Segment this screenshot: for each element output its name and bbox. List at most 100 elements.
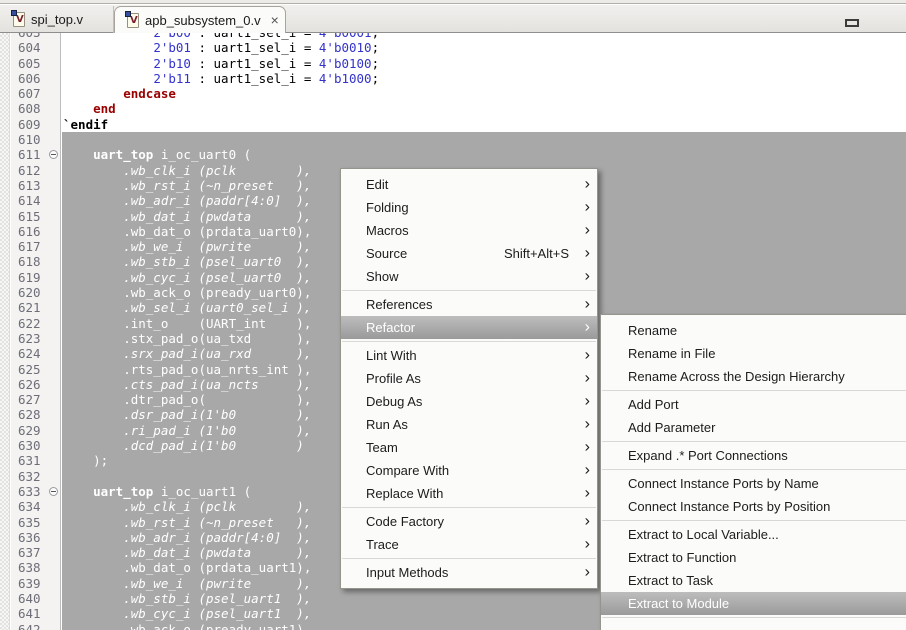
menu-item-label: References	[366, 297, 432, 312]
submenu-item-rename-in-file[interactable]: Rename in File	[601, 342, 906, 365]
submenu-item-extract-to-module[interactable]: Extract to Module	[601, 592, 906, 615]
submenu-arrow-icon: ›	[585, 195, 590, 218]
menu-item-macros[interactable]: Macros ›	[341, 219, 597, 242]
menu-item-lint-with[interactable]: Lint With ›	[341, 344, 597, 367]
menu-item-input-methods[interactable]: Input Methods›	[341, 561, 597, 584]
submenu-arrow-icon: ›	[585, 241, 590, 264]
tab-spi-top[interactable]: spi_top.v	[0, 6, 114, 33]
menu-separator	[342, 558, 596, 559]
menu-item-label: Run As	[366, 417, 408, 432]
line-number-634: 634	[11, 499, 60, 514]
submenu-item-extract-to-function[interactable]: Extract to Function	[601, 546, 906, 569]
verilog-file-icon	[13, 12, 25, 27]
code-line-609[interactable]: `endif	[62, 117, 906, 132]
line-number-609: 609	[11, 117, 60, 132]
line-number-607: 607	[11, 86, 60, 101]
line-number-gutter: 6036046056066076086096106116126136146156…	[11, 33, 61, 630]
menu-item-label: Extract to Function	[628, 550, 736, 565]
submenu-arrow-icon: ›	[585, 343, 590, 366]
menu-item-compare-with[interactable]: Compare With›	[341, 459, 597, 482]
line-number-604: 604	[11, 40, 60, 55]
menu-item-label: Debug As	[366, 394, 422, 409]
submenu-item-connect-instance-ports-by-name[interactable]: Connect Instance Ports by Name	[601, 472, 906, 495]
menu-item-label: Rename in File	[628, 346, 715, 361]
line-number-631: 631	[11, 453, 60, 468]
code-line-610[interactable]	[62, 132, 906, 147]
submenu-item-extract-to-local-variable[interactable]: Extract to Local Variable...	[601, 523, 906, 546]
menu-item-folding[interactable]: Folding›	[341, 196, 597, 219]
close-tab-icon[interactable]: ×	[271, 13, 279, 27]
line-number-613: 613	[11, 178, 60, 193]
line-number-638: 638	[11, 560, 60, 575]
menu-separator	[602, 469, 906, 470]
menu-item-team[interactable]: Team›	[341, 436, 597, 459]
menu-item-shortcut: Shift+Alt+S	[504, 242, 569, 265]
code-line-606[interactable]: 2'b11 : uart1_sel_i = 4'b1000;	[62, 71, 906, 86]
code-line-607[interactable]: endcase	[62, 86, 906, 101]
menu-item-label: Source	[366, 246, 407, 261]
submenu-arrow-icon: ›	[585, 458, 590, 481]
submenu-item-add-port[interactable]: Add Port	[601, 393, 906, 416]
line-number-618: 618	[11, 254, 60, 269]
line-number-627: 627	[11, 392, 60, 407]
window-top-strip	[0, 0, 906, 4]
menu-item-label: Lint With	[366, 348, 417, 363]
fold-collapse-icon[interactable]	[49, 487, 58, 496]
line-number-612: 612	[11, 163, 60, 178]
menu-item-label: Input Methods	[366, 565, 448, 580]
menu-item-show[interactable]: Show›	[341, 265, 597, 288]
submenu-item-rename[interactable]: Rename	[601, 319, 906, 342]
menu-separator	[602, 441, 906, 442]
code-line-603[interactable]: 2'b00 : uart1_sel_i = 4'b0001;	[62, 33, 906, 40]
submenu-item-extract-to-task[interactable]: Extract to Task	[601, 569, 906, 592]
menu-item-debug-as[interactable]: Debug As ›	[341, 390, 597, 413]
menu-item-profile-as[interactable]: Profile As›	[341, 367, 597, 390]
submenu-item-add-parameter[interactable]: Add Parameter	[601, 416, 906, 439]
line-number-640: 640	[11, 591, 60, 606]
line-number-630: 630	[11, 438, 60, 453]
line-number-620: 620	[11, 285, 60, 300]
minimize-view-icon[interactable]	[845, 19, 859, 27]
code-line-611[interactable]: uart_top i_oc_uart0 (	[62, 147, 906, 162]
submenu-arrow-icon: ›	[585, 412, 590, 435]
menu-item-run-as[interactable]: Run As ›	[341, 413, 597, 436]
menu-item-label: Refactor	[366, 320, 415, 335]
verilog-file-icon	[127, 13, 139, 28]
submenu-arrow-icon: ›	[585, 218, 590, 241]
menu-item-edit[interactable]: Edit›	[341, 173, 597, 196]
line-number-617: 617	[11, 239, 60, 254]
menu-item-label: Add Port	[628, 397, 679, 412]
submenu-arrow-icon: ›	[585, 389, 590, 412]
line-number-623: 623	[11, 331, 60, 346]
submenu-item-rename-across-the-design-hierarchy[interactable]: Rename Across the Design Hierarchy	[601, 365, 906, 388]
tab-apb-subsystem[interactable]: apb_subsystem_0.v ×	[114, 6, 286, 33]
code-line-608[interactable]: end	[62, 101, 906, 116]
line-number-619: 619	[11, 270, 60, 285]
code-line-604[interactable]: 2'b01 : uart1_sel_i = 4'b0010;	[62, 40, 906, 55]
line-number-626: 626	[11, 377, 60, 392]
line-number-632: 632	[11, 469, 60, 484]
submenu-arrow-icon: ›	[585, 366, 590, 389]
menu-item-replace-with[interactable]: Replace With›	[341, 482, 597, 505]
menu-separator	[602, 390, 906, 391]
menu-separator	[342, 290, 596, 291]
line-number-616: 616	[11, 224, 60, 239]
line-number-614: 614	[11, 193, 60, 208]
submenu-item-connect-instance-ports-by-position[interactable]: Connect Instance Ports by Position	[601, 495, 906, 518]
tab-label: apb_subsystem_0.v	[145, 13, 261, 28]
line-number-642: 642	[11, 622, 60, 630]
menu-item-refactor[interactable]: Refactor›	[341, 316, 597, 339]
menu-item-source[interactable]: Source Shift+Alt+S ›	[341, 242, 597, 265]
menu-separator	[342, 507, 596, 508]
menu-item-code-factory[interactable]: Code Factory›	[341, 510, 597, 533]
tab-label: spi_top.v	[31, 12, 83, 27]
menu-item-label: Rename Across the Design Hierarchy	[628, 369, 845, 384]
code-line-605[interactable]: 2'b10 : uart1_sel_i = 4'b0100;	[62, 56, 906, 71]
fold-collapse-icon[interactable]	[49, 150, 58, 159]
submenu-item-expand-port-connections[interactable]: Expand .* Port Connections	[601, 444, 906, 467]
menu-item-trace[interactable]: Trace›	[341, 533, 597, 556]
line-number-603: 603	[11, 33, 60, 40]
menu-item-label: Macros	[366, 223, 409, 238]
line-number-641: 641	[11, 606, 60, 621]
menu-item-references[interactable]: References›	[341, 293, 597, 316]
